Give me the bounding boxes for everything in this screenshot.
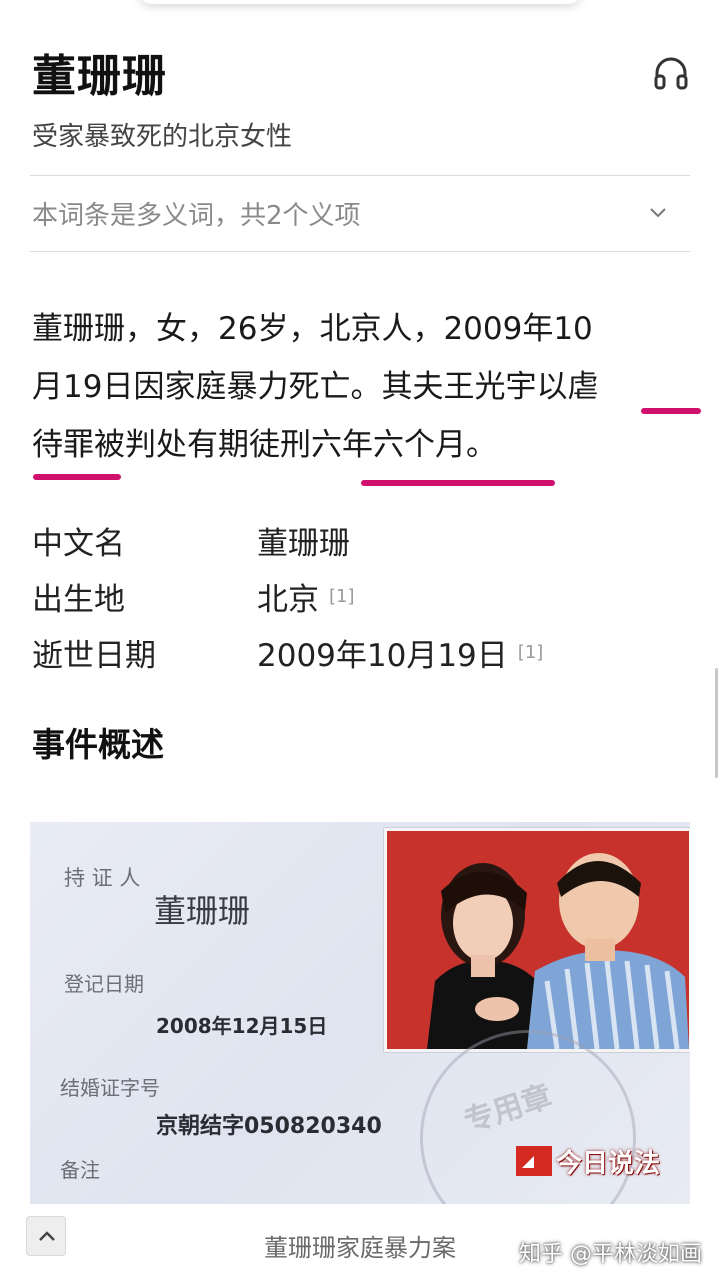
info-value-text: 董珊珊 [257, 526, 350, 562]
info-row: 中文名 董珊珊 [32, 512, 692, 568]
tv-program-logo: 今日说法 [516, 1140, 660, 1182]
divider [30, 251, 690, 252]
info-value: 2009年10月19日 [1] [257, 630, 543, 675]
info-row: 逝世日期 2009年10月19日 [1] [32, 624, 692, 680]
baike-entry-page: 董珊珊 受家暴致死的北京女性 本词条是多义词，共2个义项 董珊珊，女，26岁，北… [0, 0, 720, 1281]
info-label: 出生地 [32, 582, 125, 618]
reference-link[interactable]: [1] [329, 586, 355, 607]
entry-subtitle: 受家暴致死的北京女性 [32, 122, 293, 152]
watermark: 知乎 @平林淡如画 [519, 1242, 702, 1267]
cert-holder-name: 董珊珊 [154, 892, 251, 930]
entry-summary: 董珊珊，女，26岁，北京人，2009年10 月19日因家庭暴力死亡。其夫王光宇以… [32, 300, 702, 474]
chevron-down-icon [648, 203, 668, 223]
info-value-text: 北京 [257, 582, 319, 618]
cert-remark-label: 备注 [60, 1158, 100, 1182]
info-value-text: 2009年10月19日 [257, 638, 508, 674]
summary-line: 月19日因家庭暴力死亡。其夫王光宇以虐 [32, 369, 599, 405]
scrollbar[interactable] [715, 668, 718, 778]
summary-line: 董珊珊，女，26岁，北京人，2009年10 [32, 311, 593, 347]
polysemy-selector[interactable]: 本词条是多义词，共2个义项 [30, 177, 690, 251]
reference-link[interactable]: [1] [518, 642, 544, 663]
event-photo[interactable]: 持 证 人 董珊珊 登记日期 2008年12月15日 结婚证字号 京朝结字050… [30, 822, 690, 1204]
divider [30, 175, 690, 176]
info-box: 中文名 董珊珊 出生地 北京 [1] 逝世日期 2009年10月19日 [1] [32, 512, 692, 680]
entry-title: 董珊珊 [32, 51, 167, 102]
headphone-icon[interactable] [652, 54, 690, 92]
cert-number-value: 京朝结字050820340 [156, 1114, 382, 1139]
info-value: 北京 [1] [257, 574, 355, 619]
tv-logo-icon [516, 1146, 552, 1176]
info-label: 逝世日期 [32, 638, 156, 674]
cert-date-label: 登记日期 [64, 972, 144, 996]
highlight-underline [641, 408, 701, 414]
info-row: 出生地 北京 [1] [32, 568, 692, 624]
top-toolbar-edge [140, 0, 580, 4]
cert-date-value: 2008年12月15日 [156, 1014, 328, 1038]
couple-portrait [384, 828, 690, 1052]
info-value: 董珊珊 [257, 518, 350, 563]
info-label: 中文名 [32, 526, 125, 562]
highlight-underline [33, 474, 121, 480]
summary-line: 待罪被判处有期徒刑六年六个月。 [32, 427, 497, 463]
highlight-underline [361, 480, 555, 486]
section-title: 事件概述 [32, 725, 164, 764]
cert-holder-label: 持 证 人 [64, 866, 141, 890]
polysemy-notice: 本词条是多义词，共2个义项 [32, 201, 361, 231]
tv-logo-text: 今日说法 [556, 1148, 661, 1179]
cert-number-label: 结婚证字号 [60, 1076, 160, 1100]
